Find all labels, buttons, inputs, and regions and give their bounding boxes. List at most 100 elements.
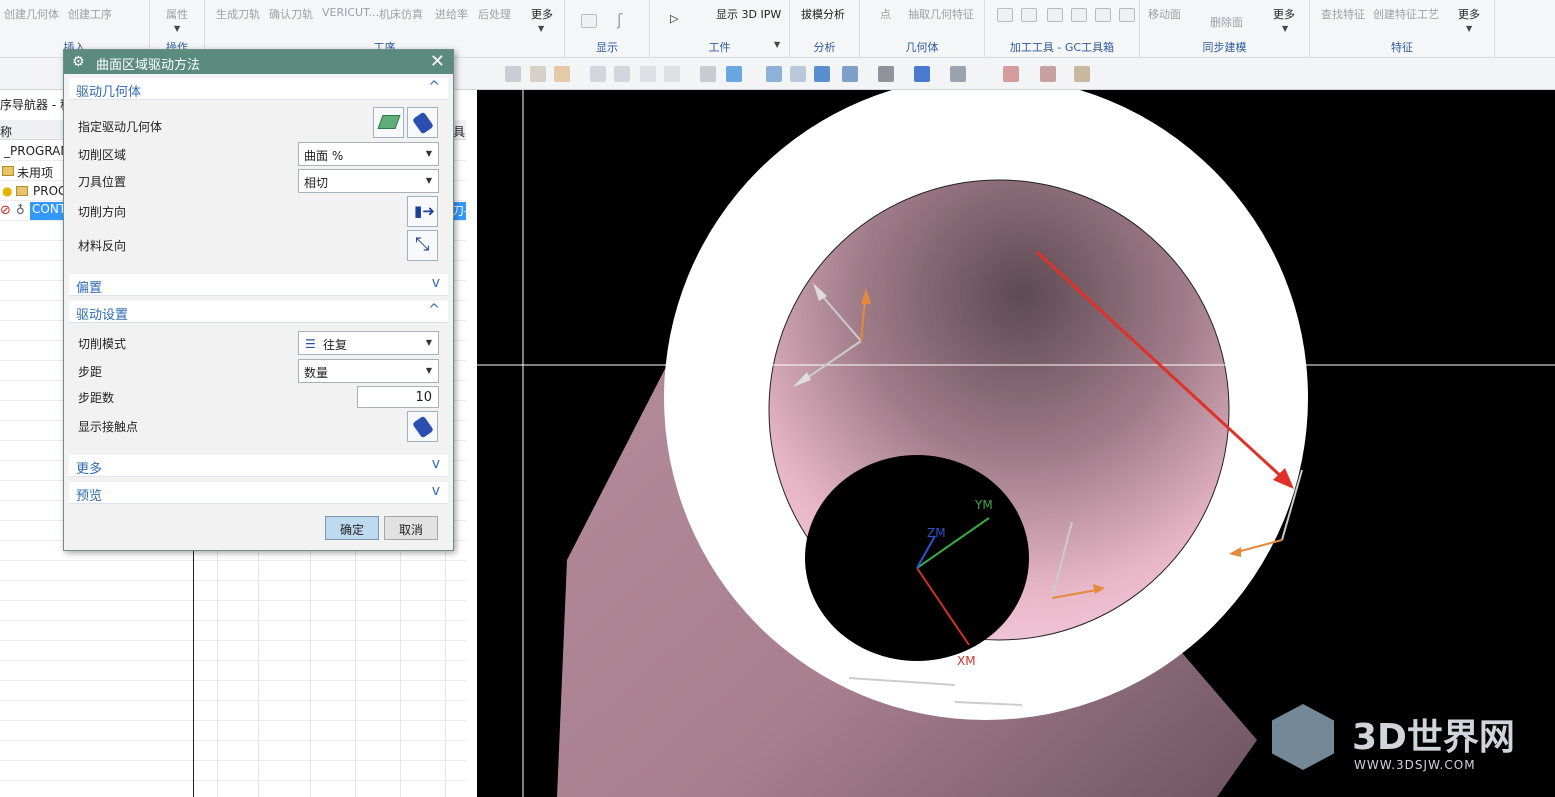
wcs-icon[interactable]: [1003, 66, 1019, 82]
select-icon[interactable]: [554, 66, 570, 82]
vericut-button[interactable]: VERICUT...: [322, 6, 379, 19]
graphics-viewport[interactable]: XM YM ZM: [477, 90, 1555, 797]
section-offset[interactable]: 偏置 v: [69, 274, 448, 296]
chevron-up-icon[interactable]: ^: [428, 79, 440, 95]
snap-icon[interactable]: [505, 66, 521, 82]
move-face-button[interactable]: 移动面: [1148, 6, 1181, 22]
display-surface-button[interactable]: [407, 107, 438, 138]
tool-icon[interactable]: [1095, 8, 1111, 22]
tool-icon[interactable]: [1047, 8, 1063, 22]
ribbon-group-workpiece: ▷ 显示 3D IPW ▼ 工件: [650, 0, 790, 58]
feedrate-button[interactable]: 进给率: [435, 6, 468, 22]
ruler-icon[interactable]: [1074, 66, 1090, 82]
section-more[interactable]: 更多 v: [69, 455, 448, 477]
create-geometry-button[interactable]: 创建几何体: [4, 6, 59, 22]
tool-position-label: 刀具位置: [78, 175, 127, 189]
stepover-select[interactable]: 数量 ▼: [298, 359, 439, 383]
dialog-titlebar[interactable]: ⚙ 曲面区域驱动方法 ✕: [64, 50, 453, 74]
properties-button[interactable]: 属性: [166, 6, 188, 22]
select-surface-button[interactable]: [373, 107, 404, 138]
solid-icon[interactable]: [700, 66, 716, 82]
navigator-title: 序导航器 - 程: [0, 98, 72, 112]
point-button[interactable]: 点: [880, 6, 891, 22]
stepover-label: 步距: [78, 365, 103, 379]
step-count-input[interactable]: 10: [357, 386, 439, 408]
box-select-icon[interactable]: [664, 66, 680, 82]
show-3d-ipw-button[interactable]: 显示 3D IPW: [716, 6, 781, 22]
section-label: 驱动几何体: [76, 85, 142, 100]
more-button[interactable]: 更多: [531, 6, 553, 22]
rotate-icon[interactable]: [814, 66, 830, 82]
section-preview[interactable]: 预览 v: [69, 482, 448, 504]
chevron-down-icon[interactable]: ▼: [538, 24, 544, 33]
zigzag-icon: ☰: [305, 337, 316, 351]
section-drive-geometry[interactable]: 驱动几何体 ^: [69, 78, 448, 100]
chevron-down-icon[interactable]: v: [432, 275, 440, 291]
tool-icon[interactable]: [1071, 8, 1087, 22]
more-button[interactable]: 更多: [1458, 6, 1480, 22]
machine-sim-button[interactable]: 机床仿真: [379, 6, 423, 22]
reverse-icon: ⤡: [415, 234, 430, 255]
tool-position-select[interactable]: 相切 ▼: [298, 169, 439, 193]
gear-icon[interactable]: ⚙: [72, 54, 85, 70]
draft-analysis-button[interactable]: 拔模分析: [801, 6, 845, 22]
layout-icon[interactable]: [842, 66, 858, 82]
more-button[interactable]: 更多: [1273, 6, 1295, 22]
zoom-fit-icon[interactable]: [766, 66, 782, 82]
verify-path-button[interactable]: 确认刀轨: [269, 6, 313, 22]
play-icon[interactable]: ▷: [670, 12, 678, 25]
cut-area-label: 切削区域: [78, 148, 127, 162]
hex-icon[interactable]: [640, 66, 656, 82]
chevron-down-icon[interactable]: v: [432, 483, 440, 499]
chevron-down-icon[interactable]: ▼: [174, 24, 180, 33]
ribbon-group-label: 同步建模: [1202, 41, 1247, 54]
ok-button[interactable]: 确定: [325, 516, 379, 540]
curve-icon[interactable]: ʃ: [617, 10, 622, 29]
vertex-icon[interactable]: [614, 66, 630, 82]
tree-row-label: CONT: [30, 202, 66, 220]
display-icon[interactable]: [581, 14, 597, 28]
no-entry-icon: ⊘: [0, 203, 11, 218]
ribbon-group-label: 几何体: [905, 41, 939, 54]
step-count-label: 步距数: [78, 391, 115, 405]
postprocess-button[interactable]: 后处理: [478, 6, 511, 22]
zoom-area-icon[interactable]: [790, 66, 806, 82]
section-drive-settings[interactable]: 驱动设置 ^: [69, 301, 448, 323]
filter-icon[interactable]: [530, 66, 546, 82]
cut-area-select[interactable]: 曲面 % ▼: [298, 142, 439, 166]
ribbon-group-label: 分析: [813, 41, 836, 54]
measure-icon[interactable]: [1040, 66, 1056, 82]
chevron-down-icon: ▼: [425, 176, 432, 185]
generate-path-button[interactable]: 生成刀轨: [216, 6, 260, 22]
chevron-up-icon[interactable]: ^: [428, 302, 440, 318]
cut-direction-label: 切削方向: [78, 205, 127, 219]
shading-icon[interactable]: [878, 66, 894, 82]
column-header-name[interactable]: 称: [0, 123, 12, 140]
cube-icon[interactable]: [726, 66, 742, 82]
extract-geometry-button[interactable]: 抽取几何特征: [908, 6, 974, 22]
section-icon[interactable]: [950, 66, 966, 82]
column-header-tool[interactable]: 具: [453, 123, 465, 140]
tool-icon[interactable]: [1021, 8, 1037, 22]
delete-face-button[interactable]: 删除面: [1210, 14, 1243, 30]
show-contact-button[interactable]: [407, 411, 438, 442]
section-label: 预览: [76, 489, 103, 504]
close-icon[interactable]: ✕: [430, 51, 445, 72]
cut-pattern-select[interactable]: ☰ 往复 ▼: [298, 331, 439, 355]
point-icon[interactable]: [590, 66, 606, 82]
cut-direction-button[interactable]: ▮➜: [407, 196, 438, 227]
chevron-down-icon[interactable]: ▼: [1466, 24, 1472, 33]
ribbon-group-feature: 查找特征 创建特征工艺 更多 ▼ 特征: [1310, 0, 1495, 58]
tool-icon[interactable]: [997, 8, 1013, 22]
find-feature-button[interactable]: 查找特征: [1321, 6, 1365, 22]
tool-icon[interactable]: [1119, 8, 1135, 22]
chevron-down-icon[interactable]: v: [432, 456, 440, 472]
chevron-down-icon[interactable]: ▼: [1282, 24, 1288, 33]
material-reverse-button[interactable]: ⤡: [407, 230, 438, 261]
axis-x-label: XM: [957, 654, 976, 668]
create-operation-button[interactable]: 创建工序: [68, 6, 112, 22]
cancel-button[interactable]: 取消: [384, 516, 438, 540]
ribbon-group-label: 工件: [708, 41, 731, 54]
create-feature-process-button[interactable]: 创建特征工艺: [1373, 6, 1439, 22]
view-cube-icon[interactable]: [914, 66, 930, 82]
